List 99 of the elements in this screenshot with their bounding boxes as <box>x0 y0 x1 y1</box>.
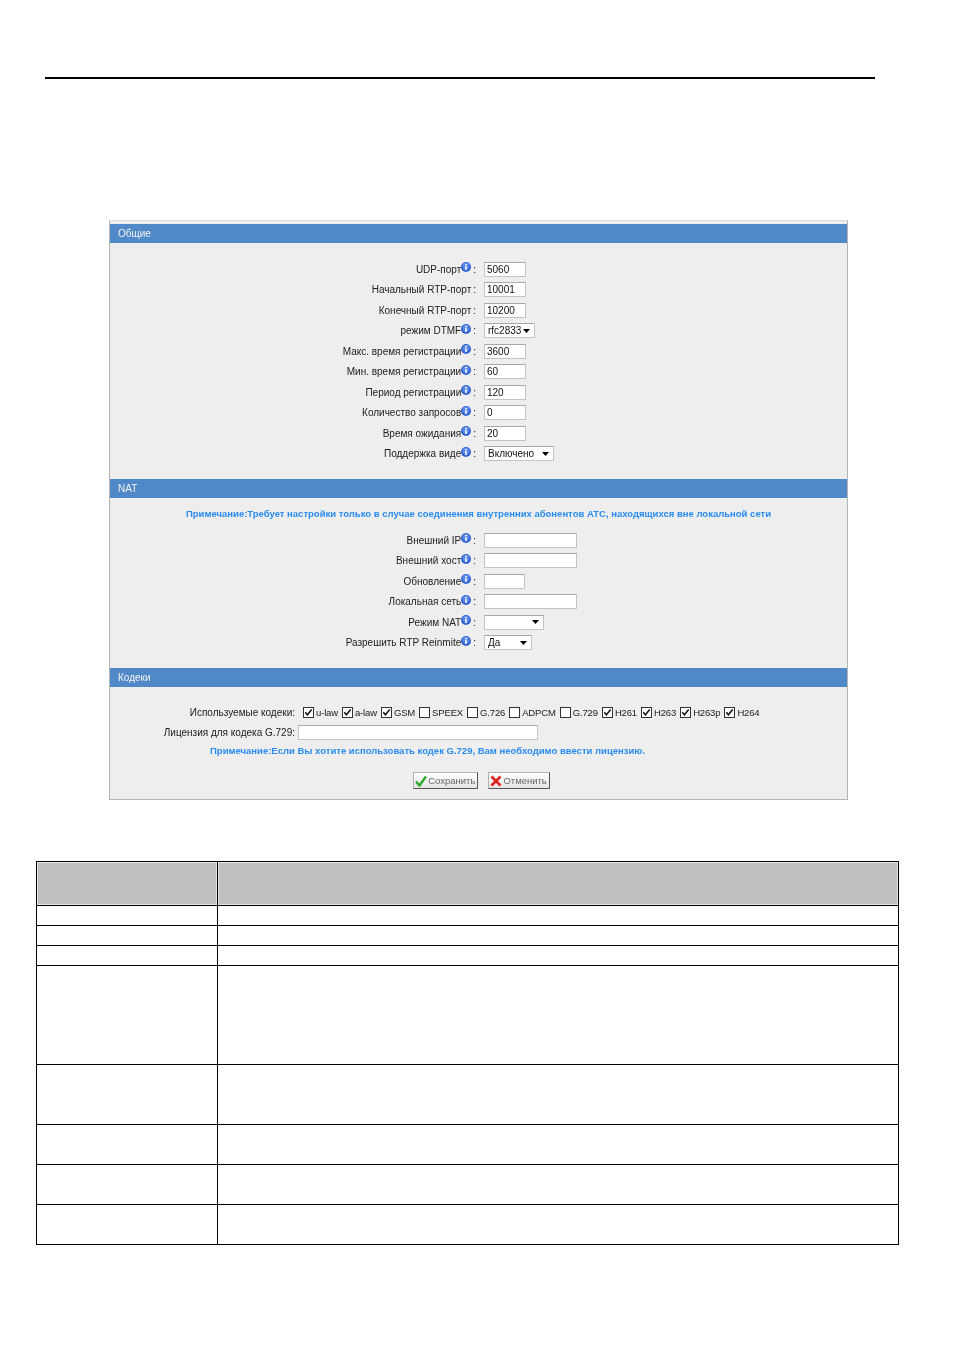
info-icon[interactable] <box>461 405 472 416</box>
field-label: Разрешить RTP Reinmite <box>345 637 462 649</box>
checkbox-label[interactable]: G.729 <box>572 706 598 718</box>
save-button[interactable]: Сохранить <box>413 772 479 789</box>
label-colon: : <box>473 366 476 378</box>
field-label: Период регистрации <box>365 386 462 398</box>
field-label: Время ожидания <box>382 427 462 439</box>
checkbox-label[interactable]: H263 <box>654 706 677 718</box>
caret-icon <box>520 640 527 645</box>
checkbox-label[interactable]: H261 <box>614 706 637 718</box>
checkbox[interactable] <box>559 706 571 718</box>
field-label: Лицензия для кодека G.729: <box>162 727 295 738</box>
field-label: Режим NAT <box>408 616 462 628</box>
checkbox-label[interactable]: SPEEX <box>432 706 464 718</box>
section-header: NAT <box>110 479 847 498</box>
label-colon: : <box>473 325 476 337</box>
field-label: Локальная сеть <box>388 596 462 608</box>
checkbox-label[interactable]: H263p <box>693 706 721 718</box>
checkbox[interactable] <box>419 706 431 718</box>
label-colon: : <box>473 345 476 357</box>
info-icon[interactable] <box>461 385 472 396</box>
checkbox[interactable] <box>601 706 613 718</box>
label-colon: : <box>473 616 476 628</box>
label-colon: : <box>473 555 476 567</box>
note-text: Примечание:Требует настройки только в случае соединения внутренних абонентов АТС, находящихся вне локальной сети <box>185 508 772 519</box>
info-icon[interactable] <box>461 615 472 626</box>
dropdown[interactable]: Да <box>484 635 532 651</box>
label-colon: : <box>473 284 476 296</box>
checkbox[interactable] <box>341 706 353 718</box>
info-icon[interactable] <box>461 262 472 273</box>
field-label: UDP-порт <box>415 263 462 275</box>
tick-icon <box>415 774 428 787</box>
caret-icon <box>532 620 539 625</box>
input-field[interactable]: 3600 <box>484 343 526 359</box>
cancel-button[interactable]: Отменить <box>488 772 550 789</box>
label-colon: : <box>473 263 476 275</box>
label-colon: : <box>473 407 476 419</box>
label-colon: : <box>473 575 476 587</box>
input-field[interactable]: 5060 <box>484 261 526 277</box>
input-field[interactable] <box>484 532 577 548</box>
label-colon: : <box>473 637 476 649</box>
field-label: Внешний хост <box>395 555 462 567</box>
field-label: Макс. время регистрации <box>342 345 462 357</box>
info-icon[interactable] <box>461 446 472 457</box>
field-label: Начальный RTP-порт <box>371 284 472 296</box>
input-field[interactable] <box>298 725 538 740</box>
checkbox-label[interactable]: u-law <box>316 706 338 718</box>
note-text: Примечание:Если Вы хотите использовать кодек G.729, Вам необходимо ввести лицензию. <box>210 745 646 756</box>
info-icon[interactable] <box>461 594 472 605</box>
field-label: Поддержка виде <box>383 448 462 460</box>
field-label: Обновление <box>403 575 462 587</box>
checkbox[interactable] <box>380 706 392 718</box>
section-header: Кодеки <box>110 668 847 687</box>
input-field[interactable]: 120 <box>484 384 526 400</box>
field-label: Используемые кодеки: <box>188 706 295 718</box>
field-label: Количество запросов <box>362 407 462 419</box>
input-field[interactable]: 60 <box>484 364 526 380</box>
checkbox[interactable] <box>724 706 736 718</box>
input-field[interactable]: 20 <box>484 425 526 441</box>
input-field[interactable] <box>484 553 577 569</box>
input-field[interactable] <box>484 594 577 610</box>
info-icon[interactable] <box>461 574 472 585</box>
checkbox[interactable] <box>641 706 652 718</box>
caret-icon <box>523 328 530 333</box>
input-field[interactable]: 0 <box>484 405 526 421</box>
checkbox-label[interactable]: H264 <box>737 706 760 718</box>
input-field[interactable] <box>484 573 525 589</box>
checkbox[interactable] <box>467 706 479 718</box>
checkbox-label[interactable]: G.726 <box>480 706 506 718</box>
checkbox-label[interactable]: GSM <box>393 706 416 718</box>
checkbox-label[interactable]: ADPCM <box>522 706 556 718</box>
label-colon: : <box>473 427 476 439</box>
cross-icon <box>490 774 503 787</box>
label-colon: : <box>473 386 476 398</box>
info-icon[interactable] <box>461 323 472 334</box>
info-icon[interactable] <box>461 635 472 646</box>
dropdown[interactable]: Включено <box>484 446 554 462</box>
caret-icon <box>542 451 549 456</box>
field-label: Конечный RTP-порт <box>378 304 472 316</box>
info-icon[interactable] <box>461 533 472 544</box>
info-icon[interactable] <box>461 344 472 355</box>
section-header: Общие <box>110 224 847 243</box>
label-colon: : <box>473 534 476 546</box>
info-icon[interactable] <box>461 553 472 564</box>
checkbox[interactable] <box>680 706 692 718</box>
field-label: Внешний IP <box>406 534 462 546</box>
input-field[interactable]: 10200 <box>484 302 526 318</box>
input-field[interactable]: 10001 <box>484 282 526 298</box>
info-icon[interactable] <box>461 364 472 375</box>
checkbox[interactable] <box>509 706 521 718</box>
checkbox[interactable] <box>303 706 314 718</box>
label-colon: : <box>473 596 476 608</box>
field-label: режим DTMF <box>400 325 462 337</box>
info-icon[interactable] <box>461 426 472 437</box>
checkbox-label[interactable]: a-law <box>354 706 377 718</box>
label-colon: : <box>473 304 476 316</box>
dropdown[interactable]: rfc2833 <box>484 323 535 339</box>
label-colon: : <box>473 448 476 460</box>
field-label: Мин. время регистрации <box>346 366 462 378</box>
